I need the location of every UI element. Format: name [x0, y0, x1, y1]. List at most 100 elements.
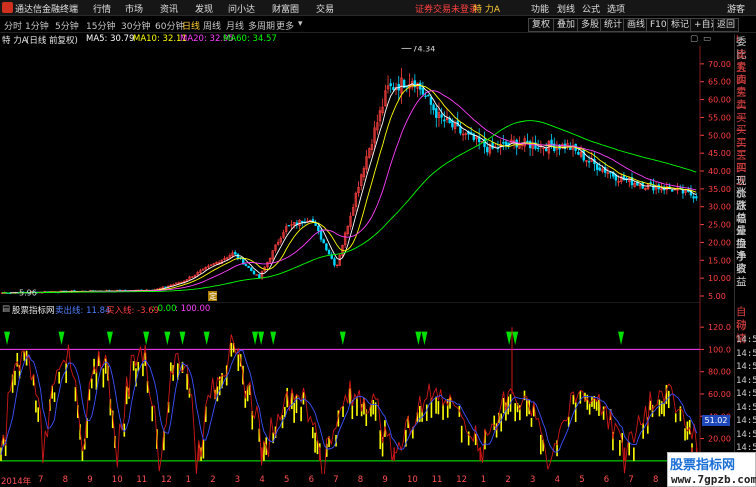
indicator-bar — [342, 406, 344, 417]
period-1min[interactable]: 1分钟 — [25, 19, 49, 32]
period-intraday[interactable]: 分时 — [4, 19, 22, 32]
indicator-bar — [684, 428, 686, 441]
date-axis-label: 7 — [333, 475, 339, 485]
indicator-bar — [132, 361, 135, 371]
candle-body — [432, 104, 435, 111]
ma5-line — [1, 83, 697, 294]
price-axis-label: 60.00 — [708, 96, 731, 105]
buy-arrow-icon — [421, 331, 428, 345]
period-5min[interactable]: 5分钟 — [55, 19, 79, 32]
date-axis-label: 8 — [653, 475, 659, 485]
menu-news[interactable]: 资讯 — [160, 2, 178, 15]
indicator-bar — [530, 417, 533, 427]
menu-function[interactable]: 功能 — [531, 2, 549, 15]
indicator-bar — [300, 406, 302, 422]
expand-icon[interactable]: ▢ — [690, 34, 698, 44]
candle-body — [692, 196, 695, 199]
indicator-bar — [435, 396, 437, 414]
period-60min[interactable]: 60分钟 — [155, 19, 184, 32]
indicator-bar — [90, 378, 93, 389]
login-notice[interactable]: 证券交易未登录 — [415, 2, 478, 15]
indicator-bar — [104, 358, 107, 374]
price-axis-label: 20.00 — [708, 238, 731, 247]
candle-body — [504, 141, 508, 146]
buy-arrow-icon — [618, 331, 625, 345]
date-axis: 2014年789101112123456789101112123456789 — [0, 474, 730, 487]
date-axis-label: 9 — [87, 475, 93, 485]
price-axis-label: 35.00 — [708, 185, 731, 194]
indicator-chart[interactable]: 120.0100.080.0060.0040.0020.00 — [0, 302, 734, 474]
candle-body — [319, 230, 323, 240]
period-daily[interactable]: 日线 — [182, 19, 200, 32]
period-more[interactable]: 更多 — [276, 19, 294, 32]
indicator-bar — [58, 371, 60, 384]
period-30min[interactable]: 30分钟 — [121, 19, 150, 32]
indicator-bar — [14, 370, 16, 386]
buy-arrow-icon — [179, 331, 186, 345]
menu-market[interactable]: 市场 — [125, 2, 143, 15]
period-weekly[interactable]: 周线 — [203, 19, 221, 32]
back-button[interactable]: 返回 — [713, 18, 740, 32]
period-toolbar: 分时 1分钟 5分钟 15分钟 30分钟 60分钟 日线 周线 月线 多周期 更… — [0, 17, 756, 33]
price-chart[interactable]: 70.00 65.00 60.00 55.00 50.00 45.00 40.00 35.00… — [0, 46, 734, 302]
menu-draw[interactable]: 划线 — [557, 2, 575, 15]
indicator-bar — [53, 392, 56, 402]
quote-label: 收益 — [736, 262, 747, 288]
candle-body — [247, 265, 250, 268]
period-monthly[interactable]: 月线 — [226, 19, 244, 32]
date-axis-label: 6 — [308, 475, 315, 485]
date-axis-label: 4 — [554, 475, 561, 485]
candle-body — [421, 87, 425, 95]
menu-formula[interactable]: 公式 — [582, 2, 600, 15]
date-axis-label: 1 — [480, 475, 487, 485]
menu-market-quotes[interactable]: 行情 — [93, 2, 111, 15]
indicator-bar — [170, 362, 172, 372]
indicator-bar — [667, 390, 670, 409]
candle-body — [287, 224, 291, 227]
date-axis-label: 1 — [185, 475, 192, 485]
buy-arrow-icon — [203, 331, 210, 345]
overlay-button[interactable]: 叠加 — [553, 18, 580, 32]
buy-arrow-icon — [106, 331, 113, 345]
guest-label[interactable]: 游客 — [727, 2, 745, 15]
indicator-bar — [65, 363, 67, 383]
date-axis-label: 5 — [579, 475, 585, 485]
price-axis-label: 70.00 — [708, 60, 731, 69]
ma10-line — [1, 85, 697, 294]
indicator-bar — [674, 413, 677, 423]
date-axis-label: 4 — [259, 475, 265, 485]
tick-time: 14:5 — [736, 429, 756, 440]
buy-arrow-icon — [512, 331, 519, 345]
candle-body — [424, 95, 427, 97]
menu-options[interactable]: 选项 — [607, 2, 625, 15]
date-axis-label: 5 — [284, 475, 290, 485]
candle-body — [491, 142, 494, 149]
candle-body — [244, 264, 248, 267]
candle-body — [392, 87, 395, 90]
indicator-bar — [35, 400, 37, 413]
indicator-axis-label: 20.00 — [708, 435, 731, 444]
chart-settings-icon[interactable]: ▭ — [703, 34, 711, 44]
price-axis-label: 15.00 — [708, 256, 731, 265]
menu-discover[interactable]: 发现 — [195, 2, 213, 15]
app-title: 通达信金融终端 — [15, 5, 79, 15]
indicator-bar — [539, 434, 542, 455]
date-axis-label: 3 — [530, 475, 536, 485]
high-price-label: 74.34 — [412, 46, 435, 53]
period-multi[interactable]: 多周期 — [248, 19, 275, 32]
chart-mode: (日线 前复权) — [26, 36, 78, 46]
menu-wealth[interactable]: 财富圈 — [272, 2, 299, 15]
tick-time: 14:5 — [736, 335, 756, 345]
candle-body — [429, 97, 433, 105]
menu-trade[interactable]: 交易 — [316, 2, 334, 15]
indicator-bars — [0, 342, 698, 461]
candle-body — [587, 161, 591, 163]
candle-body — [234, 252, 237, 255]
restore-right-button[interactable]: 复权 — [528, 18, 555, 32]
candle-body — [595, 163, 599, 170]
period-15min[interactable]: 15分钟 — [86, 19, 115, 32]
chevron-down-icon[interactable]: ▾ — [298, 19, 303, 29]
candle-body — [435, 108, 438, 118]
menu-ask[interactable]: 问小达 — [228, 2, 255, 15]
indicator-bar — [311, 427, 314, 439]
